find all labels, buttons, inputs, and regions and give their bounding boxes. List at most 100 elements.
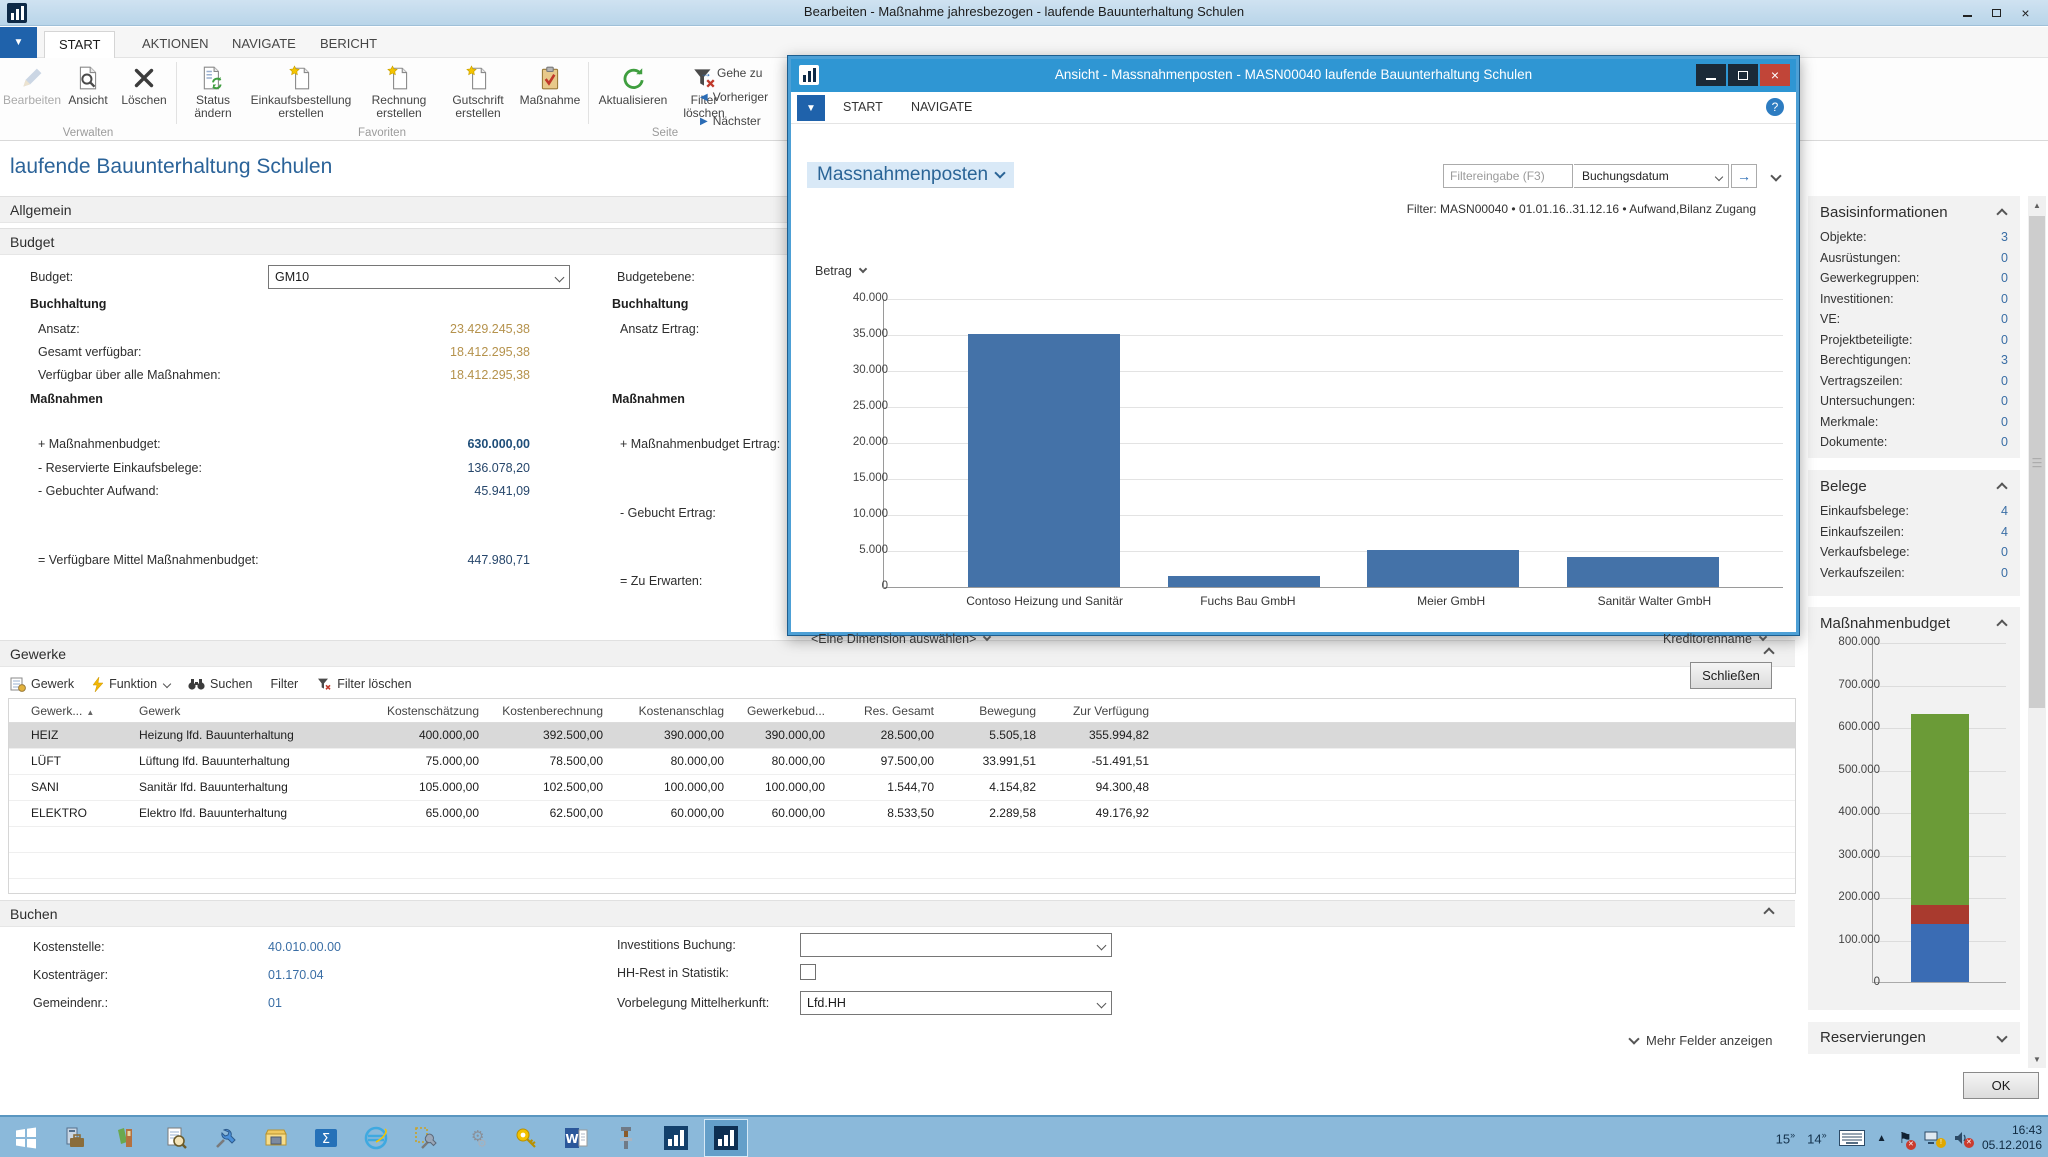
window-counter[interactable]: 15» bbox=[1776, 1130, 1795, 1146]
gewerke-table-header[interactable]: Gewerk...▲ Gewerk Kostenschätzung Kosten… bbox=[9, 699, 1795, 723]
help-icon[interactable]: ? bbox=[1766, 98, 1784, 116]
naechster-link[interactable]: ▶Nächster bbox=[700, 114, 761, 128]
item-value[interactable]: 0 bbox=[2001, 248, 2008, 269]
ok-button[interactable]: OK bbox=[1963, 1072, 2039, 1099]
suchen-button[interactable]: Suchen bbox=[188, 677, 252, 691]
taskbar-icon-services-gears[interactable]: ⚙⚙ bbox=[454, 1119, 498, 1157]
aktualisieren-button[interactable]: Aktualisieren bbox=[594, 62, 672, 107]
item-value[interactable]: 0 bbox=[2001, 563, 2008, 584]
gutschrift-erstellen-button[interactable]: Gutschrift erstellen bbox=[440, 62, 516, 120]
einkaufsbestellung-erstellen-button[interactable]: Einkaufsbestellung erstellen bbox=[246, 62, 356, 120]
taskbar-icon-powershell[interactable]: Σ bbox=[304, 1119, 348, 1157]
investitions-buchung-select[interactable] bbox=[800, 933, 1112, 957]
window-counter[interactable]: 14» bbox=[1807, 1130, 1826, 1146]
taskbar-icon-server-manager[interactable] bbox=[54, 1119, 98, 1157]
item-value[interactable]: 0 bbox=[2001, 542, 2008, 563]
vorbelegung-select[interactable]: Lfd.HH bbox=[800, 991, 1112, 1015]
series-selector[interactable]: Kreditorenname bbox=[1663, 632, 1766, 646]
item-value[interactable]: 0 bbox=[2001, 371, 2008, 392]
item-value[interactable]: 0 bbox=[2001, 268, 2008, 289]
taskbar-icon-repair-tools[interactable] bbox=[604, 1119, 648, 1157]
gemeindenr-value[interactable]: 01 bbox=[268, 996, 282, 1010]
collapse-chevron-icon[interactable] bbox=[1763, 907, 1774, 918]
show-hidden-icons-chevron[interactable]: ▲ bbox=[1877, 1133, 1887, 1144]
factbox-title[interactable]: Basisinformationen bbox=[1808, 196, 2020, 227]
stacked-bar-segment[interactable] bbox=[1911, 905, 1969, 925]
schliessen-button[interactable]: Schließen bbox=[1690, 662, 1772, 689]
scroll-up-arrow-icon[interactable]: ▲ bbox=[2028, 196, 2046, 214]
section-buchen[interactable]: Buchen bbox=[0, 900, 1795, 927]
gehe-zu-link[interactable]: →Gehe zu bbox=[700, 66, 762, 80]
status-aendern-button[interactable]: Status ändern bbox=[182, 62, 244, 120]
taskbar-icon-admin-tools[interactable] bbox=[204, 1119, 248, 1157]
rechnung-erstellen-button[interactable]: Rechnung erstellen bbox=[360, 62, 438, 120]
chart-bar[interactable] bbox=[1367, 550, 1519, 587]
apply-filter-button[interactable]: → bbox=[1731, 164, 1757, 188]
taskbar-icon-toolbox[interactable] bbox=[104, 1119, 148, 1157]
popup-maximize-button[interactable] bbox=[1728, 64, 1758, 86]
factbox-title[interactable]: Maßnahmenbudget bbox=[1808, 607, 2020, 638]
backstage-menu-button[interactable]: ▼ bbox=[0, 27, 37, 58]
collapse-chevron-icon[interactable] bbox=[1763, 647, 1774, 658]
taskbar-icon-credentials-key[interactable] bbox=[504, 1119, 548, 1157]
tab-navigate[interactable]: NAVIGATE bbox=[218, 31, 310, 58]
tab-aktionen[interactable]: AKTIONEN bbox=[128, 31, 222, 58]
clock[interactable]: 16:4305.12.2016 bbox=[1982, 1123, 2042, 1153]
tab-start[interactable]: START bbox=[44, 31, 115, 58]
chart-bar[interactable] bbox=[1567, 557, 1719, 587]
network-status-icon[interactable]: ! bbox=[1924, 1131, 1942, 1145]
vertical-scrollbar[interactable]: ▲ ——— ▼ bbox=[2028, 196, 2046, 1068]
table-row[interactable]: HEIZHeizung lfd. Bauunterhaltung400.000,… bbox=[9, 723, 1795, 749]
flag-status-icon[interactable]: ⚑✕ bbox=[1898, 1129, 1911, 1147]
taskbar-icon-start[interactable] bbox=[4, 1119, 48, 1157]
maximize-button[interactable] bbox=[1982, 3, 2011, 22]
scrollbar-thumb[interactable]: ——— bbox=[2029, 216, 2045, 708]
item-value[interactable]: 0 bbox=[2001, 330, 2008, 351]
factbox-title[interactable]: Belege bbox=[1808, 470, 2020, 501]
taskbar-icon-dynamics-nav[interactable] bbox=[654, 1119, 698, 1157]
item-value[interactable]: 3 bbox=[2001, 350, 2008, 371]
item-value[interactable]: 0 bbox=[2001, 391, 2008, 412]
item-value[interactable]: 0 bbox=[2001, 432, 2008, 453]
chart-bar[interactable] bbox=[1168, 576, 1320, 587]
table-row-empty[interactable] bbox=[9, 853, 1795, 879]
filter-field-select[interactable]: Buchungsdatum bbox=[1574, 164, 1729, 188]
budget-select[interactable]: GM10 bbox=[268, 265, 570, 289]
funktion-menu-button[interactable]: Funktion bbox=[92, 677, 170, 692]
popup-backstage-button[interactable]: ▼ bbox=[797, 95, 825, 121]
chevron-down-icon[interactable] bbox=[1770, 170, 1781, 181]
popup-page-name[interactable]: Massnahmenposten bbox=[807, 162, 1014, 188]
chart-bar[interactable] bbox=[968, 334, 1120, 587]
popup-tab-start[interactable]: START bbox=[843, 100, 883, 114]
table-row[interactable]: SANISanitär lfd. Bauunterhaltung105.000,… bbox=[9, 775, 1795, 801]
kostentraeger-value[interactable]: 01.170.04 bbox=[268, 968, 324, 982]
filter-loeschen-toolbar-button[interactable]: Filter löschen bbox=[316, 676, 411, 692]
popup-close-button[interactable]: × bbox=[1760, 64, 1790, 86]
table-row-empty[interactable] bbox=[9, 827, 1795, 853]
item-value[interactable]: 4 bbox=[2001, 522, 2008, 543]
dimension-selector[interactable]: <Eine Dimension auswählen> bbox=[811, 632, 990, 646]
taskbar-icon-word[interactable]: W bbox=[554, 1119, 598, 1157]
mehr-felder-link[interactable]: Mehr Felder anzeigen bbox=[1630, 1033, 1772, 1048]
vorheriger-link[interactable]: ◀Vorheriger bbox=[700, 90, 768, 104]
item-value[interactable]: 0 bbox=[2001, 289, 2008, 310]
item-value[interactable]: 3 bbox=[2001, 227, 2008, 248]
massnahme-button[interactable]: Maßnahme bbox=[518, 62, 582, 107]
table-row[interactable]: ELEKTROElektro lfd. Bauunterhaltung65.00… bbox=[9, 801, 1795, 827]
tab-bericht[interactable]: BERICHT bbox=[306, 31, 391, 58]
table-row[interactable]: LÜFTLüftung lfd. Bauunterhaltung75.000,0… bbox=[9, 749, 1795, 775]
keyboard-icon[interactable] bbox=[1839, 1130, 1865, 1146]
minimize-button[interactable] bbox=[1953, 3, 1982, 22]
kostenstelle-value[interactable]: 40.010.00.00 bbox=[268, 940, 341, 954]
taskbar-icon-internet-explorer[interactable] bbox=[354, 1119, 398, 1157]
taskbar-icon-event-viewer[interactable] bbox=[154, 1119, 198, 1157]
item-value[interactable]: 4 bbox=[2001, 501, 2008, 522]
close-button[interactable]: × bbox=[2011, 3, 2040, 22]
value-field-selector[interactable]: Betrag bbox=[815, 264, 866, 278]
filter-button[interactable]: Filter bbox=[270, 677, 298, 691]
loeschen-button[interactable]: Löschen bbox=[116, 62, 172, 107]
taskbar-icon-remote-tools[interactable] bbox=[404, 1119, 448, 1157]
factbox-title[interactable]: Reservierungen bbox=[1808, 1022, 2020, 1052]
volume-icon[interactable]: ✕ bbox=[1954, 1131, 1970, 1145]
stacked-bar-segment[interactable] bbox=[1911, 924, 1969, 982]
